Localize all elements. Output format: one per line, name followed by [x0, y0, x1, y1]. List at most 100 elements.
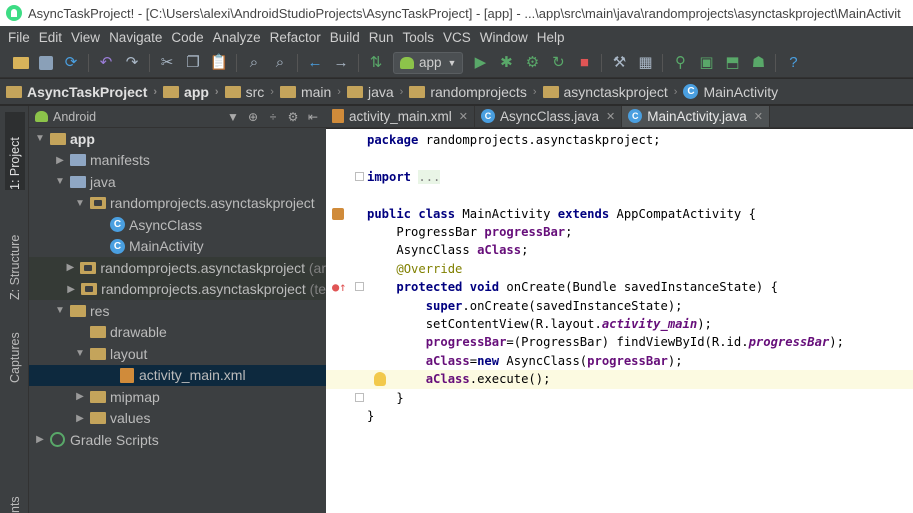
menu-tools[interactable]: Tools — [399, 30, 440, 45]
stop-icon[interactable]: ■ — [576, 54, 592, 71]
fold-toggle-icon[interactable] — [355, 282, 364, 292]
code-line[interactable]: } — [326, 389, 913, 407]
captures-tool-tab[interactable]: Captures — [5, 311, 25, 383]
code-line[interactable]: ProgressBar progressBar; — [326, 223, 913, 241]
code-line[interactable]: progressBar=(ProgressBar) findViewById(R… — [326, 333, 913, 351]
tree-item-package-androidtest[interactable]: ▶ randomprojects.asynctaskproject (ar — [29, 257, 326, 279]
breadcrumb-src[interactable]: src › — [224, 84, 280, 100]
tree-item-asyncclass[interactable]: C AsyncClass — [29, 214, 326, 236]
code-line[interactable]: setContentView(R.layout.activity_main); — [326, 315, 913, 333]
code-line[interactable]: public class MainActivity extends AppCom… — [326, 205, 913, 223]
paste-icon[interactable]: 📋 — [210, 54, 229, 71]
window-title-bar[interactable]: AsyncTaskProject! - [C:\Users\alexi\Andr… — [0, 0, 913, 26]
tree-item-app[interactable]: ▼ app — [29, 128, 326, 150]
code-line[interactable]: @Override — [326, 260, 913, 278]
tree-item-res[interactable]: ▼ res — [29, 300, 326, 322]
breadcrumb-app[interactable]: app › — [163, 84, 225, 100]
run-icon[interactable]: ▶ — [472, 54, 488, 71]
breadcrumb-mainactivity[interactable]: C MainActivity — [683, 84, 784, 100]
tree-item-values[interactable]: ▶ values — [29, 408, 326, 430]
menu-vcs[interactable]: VCS — [439, 30, 476, 45]
close-icon[interactable]: ✕ — [606, 110, 615, 123]
code-line-current[interactable]: aClass.execute(); — [326, 370, 913, 389]
tree-item-java[interactable]: ▼ java — [29, 171, 326, 193]
code-editor[interactable]: package randomprojects.asynctaskproject;… — [326, 129, 913, 513]
menu-edit[interactable]: Edit — [35, 30, 67, 45]
scroll-from-source-icon[interactable]: ⊕ — [246, 110, 260, 124]
forward-icon[interactable]: → — [333, 54, 349, 71]
favorites-tool-tab[interactable]: nts — [5, 488, 25, 513]
breadcrumb-randomprojects[interactable]: randomprojects › — [409, 84, 542, 100]
open-folder-icon[interactable] — [13, 56, 29, 69]
redo-icon[interactable]: ↷ — [124, 54, 140, 71]
menu-window[interactable]: Window — [476, 30, 533, 45]
tree-item-mainactivity[interactable]: C MainActivity — [29, 236, 326, 258]
undo-icon[interactable]: ↶ — [98, 54, 114, 71]
run-configuration-select[interactable]: app ▼ — [393, 51, 464, 74]
breadcrumb-project[interactable]: AsyncTaskProject › — [6, 84, 163, 100]
tab-mainactivity-java[interactable]: C MainActivity.java ✕ — [622, 106, 771, 127]
avd-manager-icon[interactable]: ⚲ — [672, 54, 688, 71]
code-line[interactable]: } — [326, 407, 913, 425]
override-gutter-icon[interactable]: ●↑ — [332, 278, 346, 296]
back-icon[interactable]: ← — [307, 54, 323, 71]
device-monitor-icon[interactable]: ▣ — [698, 54, 714, 71]
fold-toggle-icon[interactable] — [355, 171, 364, 181]
structure-tool-tab[interactable]: Z: Structure — [5, 204, 25, 300]
apply-changes-icon[interactable]: ↻ — [550, 54, 566, 71]
code-line[interactable]: package randomprojects.asynctaskproject; — [326, 131, 913, 149]
make-project-icon[interactable]: ⇅ — [368, 54, 384, 71]
android-monitor-icon[interactable]: ☗ — [750, 54, 766, 71]
copy-icon[interactable]: ❐ — [185, 54, 201, 71]
tab-asyncclass-java[interactable]: C AsyncClass.java ✕ — [475, 106, 623, 127]
tree-item-package-test[interactable]: ▶ randomprojects.asynctaskproject (te — [29, 278, 326, 300]
project-tool-tab[interactable]: 1: Project — [5, 112, 25, 190]
hide-panel-icon[interactable]: ⇤ — [306, 110, 320, 124]
code-line[interactable]: AsyncClass aClass; — [326, 241, 913, 259]
close-icon[interactable]: ✕ — [754, 110, 763, 123]
tree-item-drawable[interactable]: drawable — [29, 322, 326, 344]
find-icon[interactable]: ⌕ — [246, 54, 262, 71]
sync-gradle-icon[interactable]: ⬒ — [724, 54, 740, 71]
tree-item-manifests[interactable]: ▶ manifests — [29, 150, 326, 172]
breadcrumb-java[interactable]: java › — [346, 84, 409, 100]
project-view-select[interactable]: Android — [53, 110, 96, 124]
menu-help[interactable]: Help — [533, 30, 570, 45]
code-line[interactable]: aClass=new AsyncClass(progressBar); — [326, 352, 913, 370]
tree-item-package-main[interactable]: ▼ randomprojects.asynctaskproject — [29, 193, 326, 215]
sdk-manager-icon[interactable]: ▦ — [637, 54, 653, 71]
tree-item-mipmap[interactable]: ▶ mipmap — [29, 386, 326, 408]
breadcrumb-asynctaskproject[interactable]: asynctaskproject › — [542, 84, 684, 100]
help-icon[interactable]: ? — [785, 54, 801, 71]
code-line[interactable]: import ... — [326, 168, 913, 186]
sync-icon[interactable]: ⟳ — [63, 54, 79, 71]
close-icon[interactable]: ✕ — [459, 110, 468, 123]
breadcrumb-main[interactable]: main › — [279, 84, 347, 100]
activity-gutter-icon[interactable] — [332, 207, 344, 220]
code-line[interactable]: ●↑ protected void onCreate(Bundle savedI… — [326, 278, 913, 296]
save-all-icon[interactable] — [39, 55, 53, 70]
tab-activity-main-xml[interactable]: activity_main.xml ✕ — [326, 106, 475, 127]
cut-icon[interactable]: ✂ — [159, 54, 175, 71]
fold-toggle-icon[interactable] — [355, 392, 364, 402]
menu-analyze[interactable]: Analyze — [209, 30, 266, 45]
gear-icon[interactable]: ⚙ — [286, 110, 300, 124]
debug-icon[interactable]: ✱ — [498, 54, 514, 71]
chevron-down-icon[interactable]: ▼ — [226, 110, 240, 124]
tree-item-gradle-scripts[interactable]: ▶ Gradle Scripts — [29, 429, 326, 451]
code-line[interactable]: super.onCreate(savedInstanceState); — [326, 297, 913, 315]
attach-debugger-icon[interactable]: ⚙ — [524, 54, 540, 71]
menu-code[interactable]: Code — [167, 30, 208, 45]
menu-run[interactable]: Run — [365, 30, 399, 45]
tree-item-activity-main-xml[interactable]: activity_main.xml — [29, 364, 326, 386]
menu-build[interactable]: Build — [326, 30, 365, 45]
collapse-all-icon[interactable]: ÷ — [266, 110, 280, 124]
replace-icon[interactable]: ⌕ — [272, 54, 288, 71]
menu-refactor[interactable]: Refactor — [266, 30, 326, 45]
project-structure-icon[interactable]: ⚒ — [611, 54, 627, 71]
menu-navigate[interactable]: Navigate — [105, 30, 167, 45]
menu-view[interactable]: View — [67, 30, 105, 45]
folded-imports[interactable]: ... — [418, 169, 441, 184]
tree-item-layout[interactable]: ▼ layout — [29, 343, 326, 365]
menu-file[interactable]: File — [4, 30, 35, 45]
